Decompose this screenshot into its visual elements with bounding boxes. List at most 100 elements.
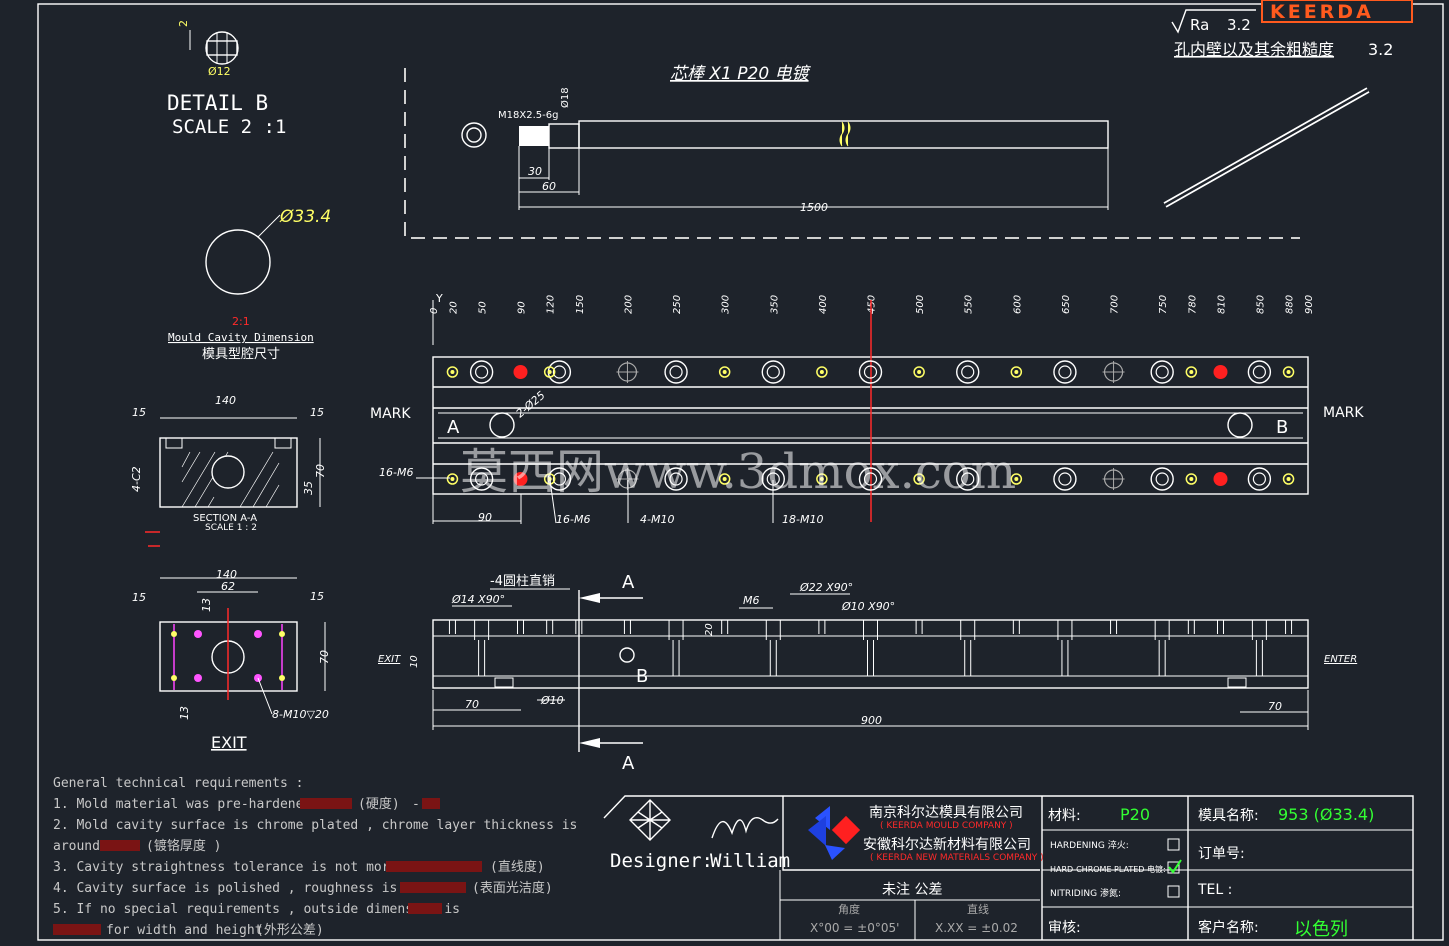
counterbore-hole-inner bbox=[1252, 472, 1266, 486]
exit-dim-15l: 15 bbox=[132, 591, 146, 604]
chrome-label: HARD-CHROME PLATED 电镀: bbox=[1050, 864, 1166, 874]
side-counterbore bbox=[863, 620, 878, 676]
ruler-label: 120 bbox=[546, 295, 557, 314]
side-tapped-hole bbox=[517, 620, 524, 634]
cavity-title-en: Mould Cavity Dimension bbox=[168, 331, 314, 344]
req-line-3: 3. Cavity straightness tolerance is not … bbox=[53, 860, 437, 875]
side-tapped-hole bbox=[1110, 620, 1118, 634]
side-counterbore bbox=[1057, 620, 1073, 676]
side-tapped-hole bbox=[1187, 620, 1195, 634]
ruler-label: 200 bbox=[623, 295, 634, 314]
side-tapped-hole bbox=[448, 620, 456, 634]
mark-right: MARK bbox=[1323, 405, 1364, 421]
nitriding-checkbox[interactable] bbox=[1167, 885, 1180, 898]
side-counterbore bbox=[765, 620, 781, 676]
side-dim-20: 20 bbox=[704, 623, 715, 636]
roughness-value: 3.2 bbox=[1227, 16, 1251, 34]
counterbore-hole bbox=[547, 360, 572, 384]
counterbore-hole-inner bbox=[1058, 365, 1072, 379]
counterbore-hole-inner bbox=[475, 365, 489, 379]
counterbore-hole-inner bbox=[1155, 472, 1169, 486]
counterbore-hole-inner bbox=[1058, 472, 1072, 486]
linear-label: 直线 bbox=[967, 902, 989, 916]
top-holes-note: 2-Ø25 bbox=[514, 389, 548, 421]
side-counterbore bbox=[960, 620, 976, 676]
counterbore-hole bbox=[956, 360, 980, 384]
ruler-label: 850 bbox=[1255, 295, 1266, 314]
req-line-2: 2. Mold cavity surface is chrome plated … bbox=[53, 818, 577, 833]
tapped-hole-center bbox=[1286, 477, 1291, 481]
sec-dim-4c2: 4-C2 bbox=[130, 466, 143, 492]
tapped-hole-center bbox=[819, 370, 824, 374]
ruler-label: 450 bbox=[867, 295, 878, 314]
section-a-a: 140 15 15 70 35 4-C2 SECTION A-A SCALE 1… bbox=[130, 394, 327, 547]
angle-label: 角度 bbox=[838, 902, 860, 916]
company-logo bbox=[808, 806, 861, 860]
customer-label: 客户名称: bbox=[1198, 919, 1259, 936]
counterbore-hole-inner bbox=[1155, 365, 1169, 379]
side-view-holes bbox=[448, 620, 1293, 688]
mandrel-dim-60: 60 bbox=[542, 180, 556, 193]
tapped-hole-center bbox=[1014, 370, 1019, 374]
mandrel-thread: M18X2.5-6g bbox=[498, 110, 558, 121]
roughness-note-value: 3.2 bbox=[1368, 40, 1393, 59]
top-m6-lower: 16-M6 bbox=[556, 513, 590, 526]
side-dim-70r: 70 bbox=[1268, 700, 1282, 713]
nitriding-label: NITRIDING 渗氮: bbox=[1050, 887, 1121, 899]
tapped-hole-center bbox=[450, 477, 455, 481]
ruler-label: 550 bbox=[964, 295, 975, 314]
counterbore-hole bbox=[761, 360, 785, 384]
sec-scale: SCALE 1 : 2 bbox=[205, 523, 257, 533]
ruler-label: 250 bbox=[672, 295, 683, 314]
tapped-hole-center bbox=[450, 370, 455, 374]
designer-label: Designer: bbox=[610, 850, 713, 872]
side-tapped-hole bbox=[721, 620, 729, 634]
review-label: 审核: bbox=[1048, 920, 1081, 936]
side-d14: Ø14 X90° bbox=[451, 593, 505, 606]
side-a-top: A bbox=[622, 572, 635, 593]
mandrel-dia: Ø18 bbox=[559, 87, 571, 108]
req-cn-1: (硬度) bbox=[358, 796, 400, 812]
side-counterbore bbox=[1251, 620, 1267, 676]
roughness-symbol: Ra bbox=[1190, 16, 1209, 34]
req-line-2b: around bbox=[53, 839, 100, 854]
side-counterbore bbox=[474, 620, 490, 676]
ruler-label: 810 bbox=[1217, 295, 1228, 314]
side-pin-note: -4圆柱直销 bbox=[490, 574, 555, 589]
exit-dim-13t: 13 bbox=[200, 598, 213, 612]
sec-dim-15r: 15 bbox=[310, 406, 324, 419]
roughness-note: 孔内壁以及其余粗糙度 bbox=[1174, 40, 1334, 59]
company-2-en: ( KEERDA NEW MATERIALS COMPANY ) bbox=[870, 853, 1044, 863]
hardening-checkbox[interactable] bbox=[1167, 838, 1180, 851]
counterbore-hole bbox=[1247, 360, 1272, 384]
side-slot-left bbox=[494, 677, 514, 688]
top-m6-note: 16-M6 bbox=[379, 466, 413, 479]
material-value: P20 bbox=[1120, 805, 1150, 824]
side-d22: Ø22 X90° bbox=[799, 581, 853, 594]
counterbore-hole bbox=[1053, 360, 1077, 384]
counterbore-hole bbox=[1053, 467, 1077, 491]
pin-hole bbox=[513, 365, 528, 379]
company-2: 安徽科尔达新材料有限公司 bbox=[863, 837, 1031, 853]
side-exit-right: ENTER bbox=[1324, 654, 1357, 665]
sec-dim-70: 70 bbox=[314, 464, 327, 478]
counterbore-hole-inner bbox=[1252, 365, 1266, 379]
tel-label: TEL : bbox=[1197, 882, 1232, 898]
req-cn-4: (表面光洁度) bbox=[472, 880, 553, 896]
keerda-logo: KEERDA bbox=[1261, 0, 1413, 23]
tapped-hole-center bbox=[1189, 477, 1194, 481]
detail-b-dim-dia: Ø12 bbox=[208, 65, 231, 78]
ruler-label: 900 bbox=[1304, 295, 1315, 314]
pin-hole bbox=[1213, 472, 1228, 486]
ruler-label: 880 bbox=[1285, 295, 1296, 314]
tapped-hole-center bbox=[547, 370, 552, 374]
exit-note: 8-M10▽20 bbox=[272, 708, 329, 721]
detail-b-title: DETAIL B bbox=[167, 91, 268, 115]
side-tapped-hole bbox=[915, 620, 923, 634]
mold-name-value: 953 (Ø33.4) bbox=[1278, 805, 1374, 824]
top-m10-18: 18-M10 bbox=[782, 513, 823, 526]
ruler-label: 700 bbox=[1110, 295, 1121, 314]
detail-b: 2 Ø12 DETAIL B SCALE 2 :1 bbox=[167, 20, 286, 138]
side-tapped-hole bbox=[818, 620, 826, 634]
counterbore-hole-inner bbox=[669, 365, 683, 379]
